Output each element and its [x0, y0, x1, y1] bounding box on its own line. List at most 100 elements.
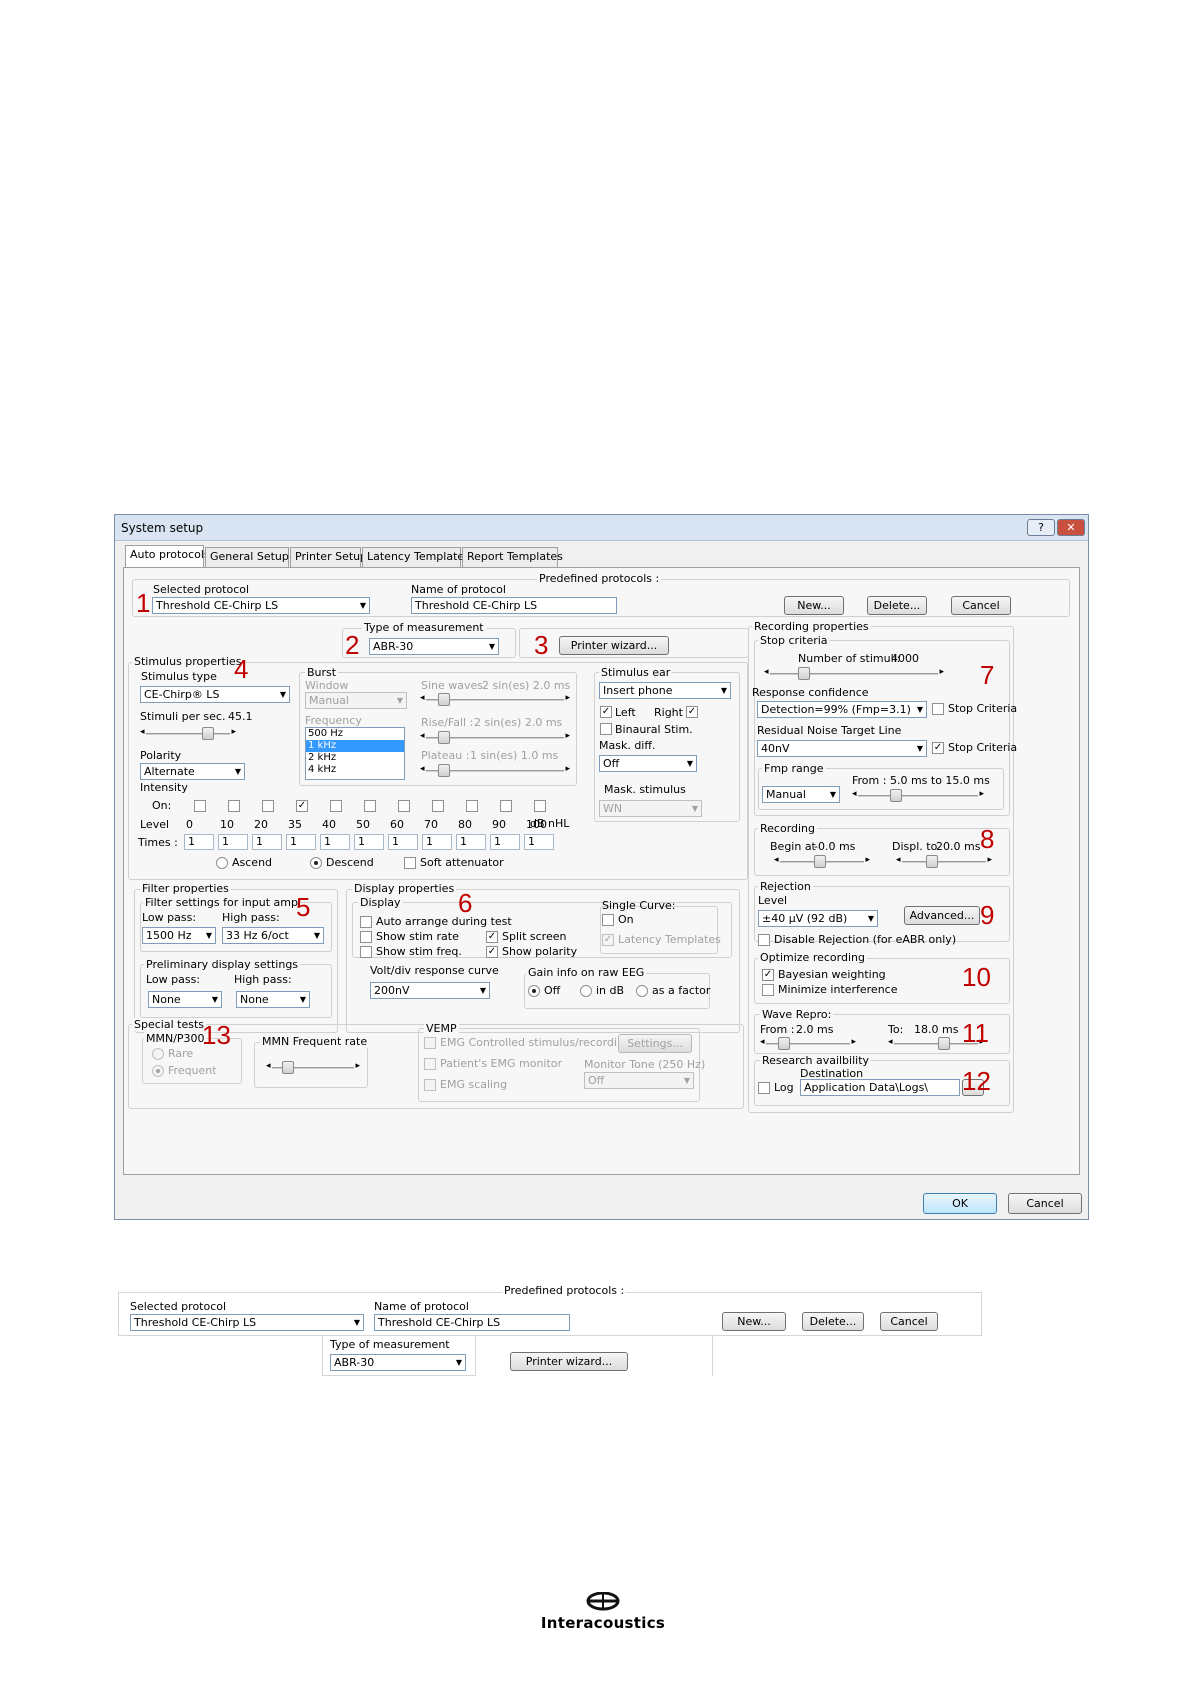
- new-protocol-button[interactable]: New...: [784, 596, 844, 615]
- sine-waves-slider[interactable]: ◂ ▸: [420, 692, 570, 708]
- intensity-on-checkbox[interactable]: [262, 800, 274, 812]
- begin-at-slider[interactable]: ◂ ▸: [774, 854, 870, 870]
- list-item[interactable]: 2 kHz: [306, 752, 404, 764]
- burst-frequency-list[interactable]: 500 Hz 1 kHz 2 kHz 4 kHz: [305, 727, 405, 780]
- stimulus-type-select[interactable]: CE-Chirp® LS ▼: [140, 686, 290, 703]
- intensity-times-input[interactable]: 1: [388, 834, 418, 850]
- measurement-type-select[interactable]: ABR-30 ▼: [369, 638, 499, 655]
- tab-general-setup[interactable]: General Setup: [205, 547, 289, 567]
- rejection-level-select[interactable]: ±40 µV (92 dB) ▼: [758, 910, 878, 927]
- volt-div-select[interactable]: 200nV ▼: [370, 982, 490, 999]
- crop-cancel-button[interactable]: Cancel: [880, 1312, 938, 1331]
- fmp-mode-select[interactable]: Manual ▼: [762, 786, 840, 803]
- emg-scaling-checkbox[interactable]: [424, 1079, 436, 1091]
- tab-printer-setup[interactable]: Printer Setup: [290, 547, 367, 567]
- frequent-radio[interactable]: [152, 1065, 164, 1077]
- intensity-on-checkbox[interactable]: [330, 800, 342, 812]
- response-confidence-select[interactable]: Detection=99% (Fmp=3.1) ▼: [757, 701, 927, 718]
- log-path-input[interactable]: Application Data\Logs\: [800, 1079, 960, 1096]
- selected-protocol-select[interactable]: Threshold CE-Chirp LS ▼: [152, 597, 370, 614]
- mask-stimulus-select[interactable]: WN ▼: [599, 800, 702, 817]
- tab-report-templates[interactable]: Report Templates: [462, 547, 563, 567]
- help-button[interactable]: ?: [1027, 519, 1055, 536]
- crop-type-select[interactable]: ABR-30 ▼: [330, 1354, 466, 1371]
- intensity-times-input[interactable]: 1: [320, 834, 350, 850]
- intensity-on-checkbox[interactable]: [228, 800, 240, 812]
- burst-window-select[interactable]: Manual ▼: [305, 692, 407, 709]
- crop-printer-wizard-button[interactable]: Printer wizard...: [510, 1352, 628, 1371]
- residual-stop-checkbox[interactable]: ✓: [932, 742, 944, 754]
- intensity-on-checkbox[interactable]: [534, 800, 546, 812]
- mask-diff-select[interactable]: Off ▼: [599, 755, 697, 772]
- gain-db-radio[interactable]: [580, 985, 592, 997]
- latency-templates-checkbox[interactable]: ✓: [602, 934, 614, 946]
- list-item[interactable]: 1 kHz: [306, 740, 404, 752]
- show-polarity-checkbox[interactable]: ✓: [486, 946, 498, 958]
- cancel-protocol-button[interactable]: Cancel: [951, 596, 1011, 615]
- close-button[interactable]: ✕: [1057, 519, 1085, 536]
- protocol-name-input[interactable]: Threshold CE-Chirp LS: [411, 597, 617, 614]
- minimize-checkbox[interactable]: [762, 984, 774, 996]
- intensity-on-checkbox[interactable]: [466, 800, 478, 812]
- low-pass-select[interactable]: 1500 Hz ▼: [142, 927, 216, 944]
- polarity-select[interactable]: Alternate ▼: [140, 763, 245, 780]
- intensity-on-checkbox[interactable]: ✓: [296, 800, 308, 812]
- crop-delete-button[interactable]: Delete...: [802, 1312, 864, 1331]
- crop-name-input[interactable]: Threshold CE-Chirp LS: [374, 1314, 570, 1331]
- intensity-times-input[interactable]: 1: [524, 834, 554, 850]
- gain-off-radio[interactable]: [528, 985, 540, 997]
- plateau-slider[interactable]: ◂ ▸: [420, 763, 570, 779]
- split-screen-checkbox[interactable]: ✓: [486, 931, 498, 943]
- intensity-on-checkbox[interactable]: [398, 800, 410, 812]
- intensity-times-input[interactable]: 1: [354, 834, 384, 850]
- rise-fall-slider[interactable]: ◂ ▸: [420, 730, 570, 746]
- list-item[interactable]: 4 kHz: [306, 764, 404, 776]
- list-item[interactable]: 500 Hz: [306, 728, 404, 740]
- emg-monitor-checkbox[interactable]: [424, 1058, 436, 1070]
- intensity-times-input[interactable]: 1: [456, 834, 486, 850]
- stimuli-count-slider[interactable]: ◂ ▸: [764, 666, 944, 682]
- intensity-times-input[interactable]: 1: [490, 834, 520, 850]
- bayesian-checkbox[interactable]: ✓: [762, 969, 774, 981]
- crop-new-button[interactable]: New...: [722, 1312, 786, 1331]
- mmn-rate-slider[interactable]: ◂ ▸: [266, 1060, 360, 1076]
- intensity-on-checkbox[interactable]: [500, 800, 512, 812]
- rare-radio[interactable]: [152, 1048, 164, 1060]
- high-pass-select[interactable]: 33 Hz 6/oct ▼: [222, 927, 324, 944]
- soft-attenuator-checkbox[interactable]: [404, 857, 416, 869]
- crop-selected-select[interactable]: Threshold CE-Chirp LS ▼: [130, 1314, 364, 1331]
- gain-factor-radio[interactable]: [636, 985, 648, 997]
- show-stim-rate-checkbox[interactable]: [360, 931, 372, 943]
- single-curve-on-checkbox[interactable]: [602, 914, 614, 926]
- emg-controlled-checkbox[interactable]: [424, 1037, 436, 1049]
- displ-to-slider[interactable]: ◂ ▸: [896, 854, 992, 870]
- intensity-times-input[interactable]: 1: [422, 834, 452, 850]
- right-ear-checkbox[interactable]: ✓: [686, 706, 698, 718]
- descend-radio[interactable]: [310, 857, 322, 869]
- auto-arrange-checkbox[interactable]: [360, 916, 372, 928]
- ascend-radio[interactable]: [216, 857, 228, 869]
- log-checkbox[interactable]: [758, 1082, 770, 1094]
- left-ear-checkbox[interactable]: ✓: [600, 706, 612, 718]
- advanced-button[interactable]: Advanced...: [904, 906, 980, 925]
- wave-from-slider[interactable]: ◂ ▸: [760, 1036, 856, 1052]
- show-stim-freq-checkbox[interactable]: [360, 946, 372, 958]
- intensity-times-input[interactable]: 1: [184, 834, 214, 850]
- binaural-checkbox[interactable]: [600, 723, 612, 735]
- prelim-low-pass-select[interactable]: None ▼: [148, 991, 222, 1008]
- printer-wizard-button[interactable]: Printer wizard...: [559, 636, 669, 655]
- stimuli-rate-slider[interactable]: ◂ ▸: [140, 726, 236, 742]
- residual-noise-select[interactable]: 40nV ▼: [757, 740, 927, 757]
- delete-protocol-button[interactable]: Delete...: [867, 596, 927, 615]
- tab-auto-protocols[interactable]: Auto protocols: [125, 545, 210, 567]
- intensity-times-input[interactable]: 1: [286, 834, 316, 850]
- ok-button[interactable]: OK: [923, 1193, 997, 1214]
- disable-rejection-checkbox[interactable]: [758, 934, 770, 946]
- intensity-on-checkbox[interactable]: [364, 800, 376, 812]
- confidence-stop-checkbox[interactable]: [932, 703, 944, 715]
- intensity-times-input[interactable]: 1: [252, 834, 282, 850]
- intensity-times-input[interactable]: 1: [218, 834, 248, 850]
- dialog-cancel-button[interactable]: Cancel: [1008, 1193, 1082, 1214]
- monitor-tone-select[interactable]: Off ▼: [584, 1072, 694, 1089]
- fmp-range-slider[interactable]: ◂ ▸: [852, 788, 984, 804]
